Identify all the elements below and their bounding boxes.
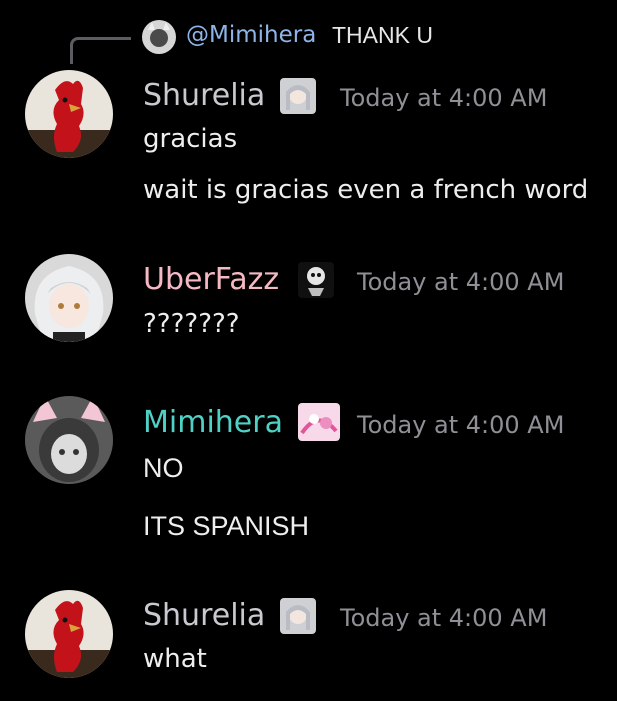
reply-avatar[interactable] [142, 20, 176, 54]
anime-girl-badge-icon[interactable] [280, 598, 316, 634]
author-avatar[interactable] [25, 396, 113, 484]
message-text: what [143, 644, 207, 674]
author-name[interactable]: Shurelia [143, 78, 265, 114]
author-avatar[interactable] [25, 70, 113, 158]
rooster-avatar-icon [25, 590, 113, 678]
reply-text[interactable]: THANK U [332, 22, 433, 49]
message-text: wait is gracias even a french word [143, 175, 589, 205]
message-text: gracias [143, 124, 238, 154]
timestamp: Today at 4:00 AM [357, 268, 565, 296]
timestamp: Today at 4:00 AM [340, 84, 548, 112]
message-text: NO [143, 453, 184, 483]
author-avatar[interactable] [25, 590, 113, 678]
monochrome-character-badge-icon[interactable] [298, 262, 334, 298]
timestamp: Today at 4:00 AM [357, 411, 565, 439]
pink-character-badge-icon[interactable] [298, 403, 340, 441]
reply-connector-line [70, 37, 131, 64]
author-name[interactable]: UberFazz [143, 262, 279, 298]
reply-mention[interactable]: @Mimihera [186, 22, 316, 48]
anime-girl-avatar-icon [25, 254, 113, 342]
message-text: ITS SPANISH [143, 511, 310, 541]
author-avatar[interactable] [25, 254, 113, 342]
author-name[interactable]: Mimihera [143, 405, 283, 441]
timestamp: Today at 4:00 AM [340, 604, 548, 632]
anime-girl-badge-icon[interactable] [280, 78, 316, 114]
message-text: ??????? [143, 309, 240, 339]
author-name[interactable]: Shurelia [143, 598, 265, 634]
rooster-avatar-icon [25, 70, 113, 158]
cat-ear-girl-avatar-icon [25, 396, 113, 484]
